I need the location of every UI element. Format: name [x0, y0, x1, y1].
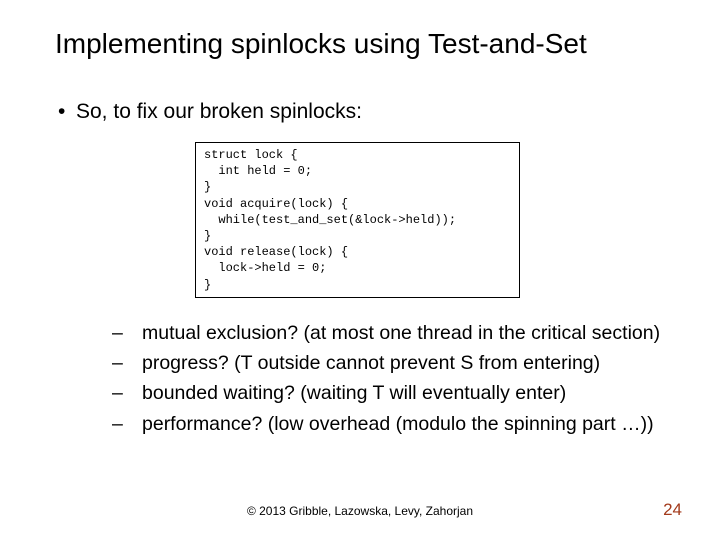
slide-title: Implementing spinlocks using Test-and-Se… — [55, 28, 690, 60]
list-item: – progress? (T outside cannot prevent S … — [112, 348, 660, 378]
list-item: – performance? (low overhead (modulo the… — [112, 409, 660, 439]
page-number: 24 — [663, 500, 682, 520]
dash-marker: – — [112, 378, 142, 408]
list-item-text: progress? (T outside cannot prevent S fr… — [142, 348, 600, 378]
list-item-text: bounded waiting? (waiting T will eventua… — [142, 378, 566, 408]
dash-marker: – — [112, 318, 142, 348]
main-bullet: •So, to fix our broken spinlocks: — [58, 100, 362, 124]
slide: Implementing spinlocks using Test-and-Se… — [0, 0, 720, 540]
list-item-text: mutual exclusion? (at most one thread in… — [142, 318, 660, 348]
copyright-footer: © 2013 Gribble, Lazowska, Levy, Zahorjan — [0, 504, 720, 518]
dash-marker: – — [112, 409, 142, 439]
list-item: – mutual exclusion? (at most one thread … — [112, 318, 660, 348]
list-item: – bounded waiting? (waiting T will event… — [112, 378, 660, 408]
bullet-marker: • — [58, 100, 76, 124]
dash-marker: – — [112, 348, 142, 378]
bullet-text: So, to fix our broken spinlocks: — [76, 100, 362, 123]
code-block: struct lock { int held = 0; } void acqui… — [195, 142, 520, 298]
sub-bullet-list: – mutual exclusion? (at most one thread … — [112, 318, 660, 439]
list-item-text: performance? (low overhead (modulo the s… — [142, 409, 654, 439]
